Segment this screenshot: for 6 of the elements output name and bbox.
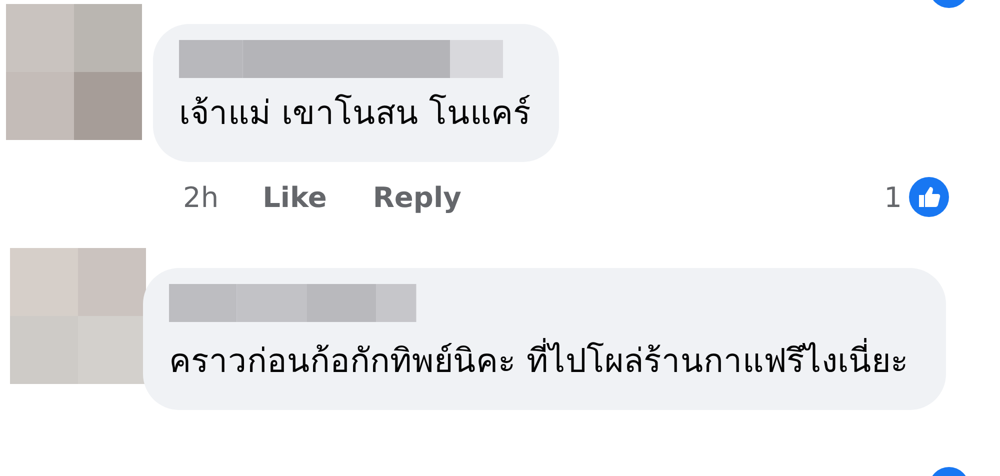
timestamp: 2h	[183, 180, 219, 214]
comment-action[interactable]: Like	[262, 180, 327, 214]
comment-text: เจ้าแม่ เขาโนสน โนแคร์	[179, 92, 531, 134]
comment-action[interactable]: Reply	[372, 180, 462, 214]
reaction-count: 1	[884, 180, 902, 214]
comment-text: คราวก่อนก้อกักทิพย์นิคะ ที่ไปโผล่ร้านกาแฟรึไงเนี่ยะ	[169, 330, 918, 392]
